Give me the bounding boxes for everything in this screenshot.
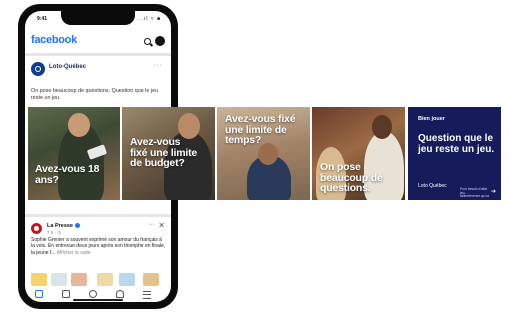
post-page-name[interactable]: Loto-Québec xyxy=(49,64,86,70)
thumbnail[interactable] xyxy=(119,273,135,286)
divider xyxy=(25,214,171,217)
arrow-icon: ➔ xyxy=(491,189,497,195)
slide-caption: Avez-vous 18 ans? xyxy=(35,163,100,186)
status-indicators: ..ıl ≈ ■ xyxy=(139,16,161,22)
home-icon[interactable] xyxy=(35,290,43,298)
post-header: Loto-Québec ··· xyxy=(25,58,171,88)
slide-caption: Avez-vous fixé une limite de temps? xyxy=(225,113,296,146)
post-meta: 7 h · ◷ xyxy=(47,230,62,235)
loto-quebec-logo: Loto Québec xyxy=(418,183,447,189)
slide-caption: Question que le jeu reste un jeu. xyxy=(418,133,495,155)
close-icon[interactable]: ✕ xyxy=(158,221,165,230)
status-bar: 9:41 ..ıl ≈ ■ xyxy=(25,14,171,26)
slide-caption: Avez-vous fixé une limite de budget? xyxy=(130,136,198,169)
thumbnail[interactable] xyxy=(143,273,159,286)
person-head xyxy=(258,143,278,165)
avatar[interactable] xyxy=(31,62,45,76)
thumbnail[interactable] xyxy=(71,273,87,286)
slide-caption: On pose beaucoup de questions. xyxy=(320,161,383,194)
person-head xyxy=(372,115,392,139)
more-options-icon[interactable]: ··· xyxy=(148,221,155,228)
news-post-text: Sophie Grenier a souvent exprimé son amo… xyxy=(31,237,167,256)
person-head xyxy=(68,113,90,137)
avatar[interactable] xyxy=(31,223,42,234)
messenger-icon[interactable] xyxy=(155,36,165,46)
person-head xyxy=(178,113,200,139)
groups-icon[interactable] xyxy=(89,290,97,298)
divider xyxy=(25,53,171,56)
post-text: On pose beaucoup de questions. Question … xyxy=(31,88,159,101)
brand-logo: Bien jouer xyxy=(418,116,445,122)
status-time: 9:41 xyxy=(37,16,48,22)
see-more-link[interactable]: Afficher la suite xyxy=(57,250,91,256)
news-text: Sophie Grenier a souvent exprimé son amo… xyxy=(31,237,166,256)
thumbnail[interactable] xyxy=(51,273,67,286)
carousel-slide-3[interactable]: Avez-vous fixé une limite de temps? xyxy=(217,107,310,200)
facebook-logo[interactable]: facebook xyxy=(31,34,77,46)
menu-icon[interactable] xyxy=(143,291,151,299)
verified-icon xyxy=(75,223,80,229)
carousel-slide-5[interactable]: Bien jouer Question que le jeu reste un … xyxy=(408,107,501,200)
thumbnail[interactable] xyxy=(31,273,47,286)
notifications-icon[interactable] xyxy=(116,290,124,298)
carousel-slide-2[interactable]: Avez-vous fixé une limite de budget? xyxy=(122,107,215,200)
search-icon[interactable] xyxy=(144,38,151,45)
news-page-name[interactable]: La Presse xyxy=(47,223,80,229)
carousel-slide-1[interactable]: Avez-vous 18 ans? xyxy=(28,107,120,200)
carousel-slide-4[interactable]: On pose beaucoup de questions. xyxy=(312,107,405,200)
news-post: La Presse 7 h · ◷ ··· ✕ Sophie Grenier a… xyxy=(25,220,171,272)
news-page-name-label: La Presse xyxy=(47,223,73,229)
thumbnail[interactable] xyxy=(97,273,113,286)
facebook-header: facebook xyxy=(25,31,171,51)
home-indicator xyxy=(73,299,123,301)
more-options-icon[interactable]: ··· xyxy=(153,62,163,69)
video-icon[interactable] xyxy=(62,290,70,298)
image-strip xyxy=(31,273,165,286)
fineprint: Pour besoin d'aide jeu-aidereference.qc.… xyxy=(460,187,489,199)
